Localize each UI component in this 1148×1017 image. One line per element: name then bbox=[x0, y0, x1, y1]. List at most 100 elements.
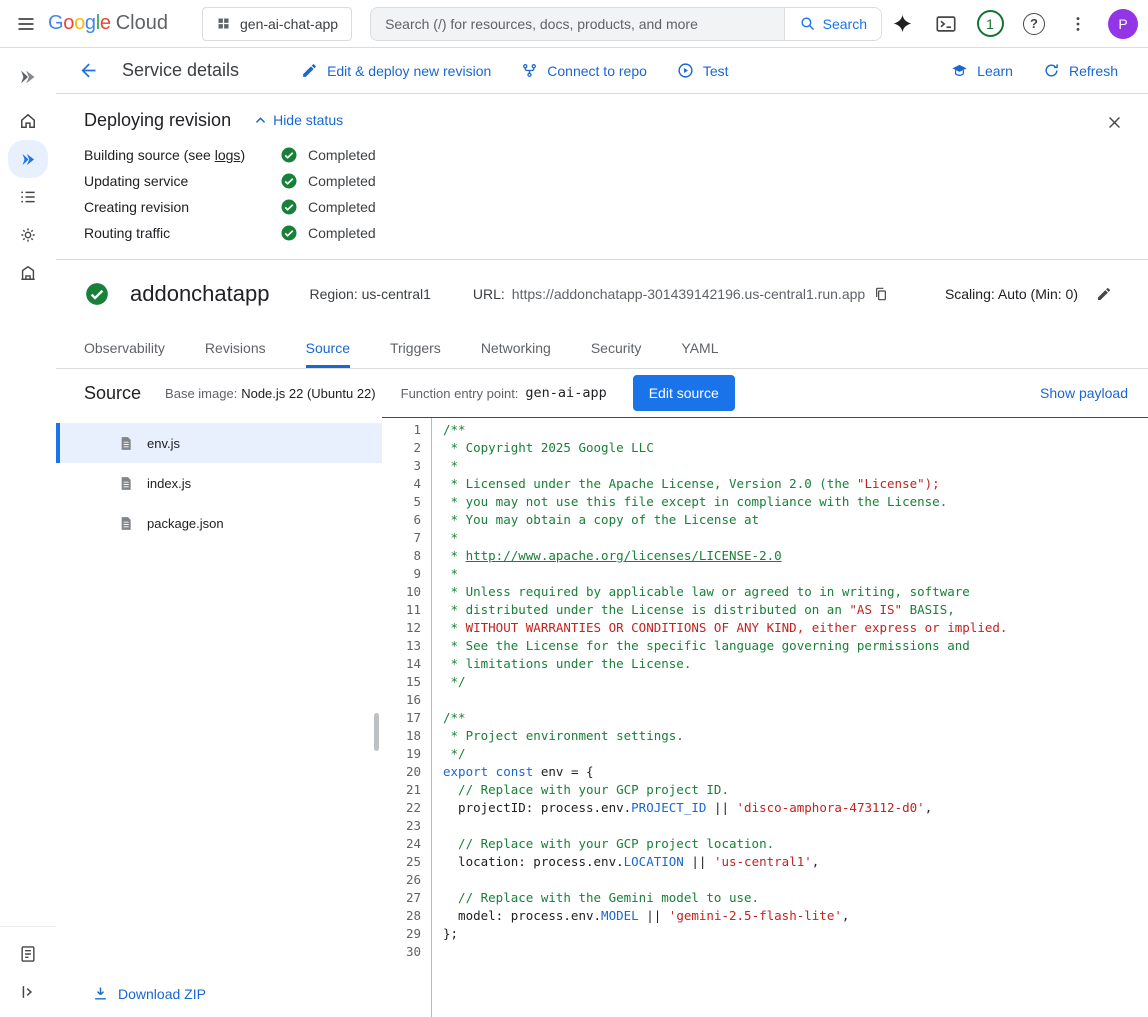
tab-security[interactable]: Security bbox=[591, 327, 642, 368]
gemini-button[interactable] bbox=[882, 4, 922, 44]
nav-cloud-run-services[interactable] bbox=[8, 140, 48, 178]
nav-organization[interactable] bbox=[8, 254, 48, 292]
learn-button[interactable]: Learn bbox=[941, 56, 1023, 85]
edit-deploy-button[interactable]: Edit & deploy new revision bbox=[291, 56, 501, 85]
deploy-status-row: Updating service Completed bbox=[84, 168, 1120, 194]
refresh-button[interactable]: Refresh bbox=[1033, 56, 1128, 85]
code-line: * Licensed under the Apache License, Ver… bbox=[443, 475, 1148, 493]
status-text: Completed bbox=[308, 173, 376, 189]
page-title: Service details bbox=[122, 60, 239, 81]
search-field[interactable] bbox=[371, 8, 784, 40]
status-text: Completed bbox=[308, 199, 376, 215]
google-cloud-logo[interactable]: Google Cloud bbox=[48, 12, 168, 35]
url-value: https://addonchatapp-301439142196.us-cen… bbox=[512, 286, 865, 302]
check-circle-icon bbox=[280, 198, 298, 216]
cloud-shell-button[interactable] bbox=[926, 4, 966, 44]
close-icon bbox=[1106, 114, 1123, 131]
edit-source-button[interactable]: Edit source bbox=[633, 375, 735, 411]
cloud-run-icon bbox=[19, 150, 38, 169]
nav-integrations[interactable] bbox=[8, 216, 48, 254]
file-item-package.json[interactable]: package.json bbox=[56, 503, 382, 543]
line-number: 28 bbox=[382, 907, 421, 925]
source-title: Source bbox=[84, 383, 141, 404]
code-line: export const env = { bbox=[443, 763, 1148, 781]
code-line: * distributed under the License is distr… bbox=[443, 601, 1148, 619]
collapse-nav-button[interactable] bbox=[8, 973, 48, 1011]
code-line bbox=[443, 943, 1148, 961]
copy-icon bbox=[873, 286, 889, 302]
line-number: 26 bbox=[382, 871, 421, 889]
deploy-status-row: Creating revisionCompleted bbox=[84, 194, 1120, 220]
tab-networking[interactable]: Networking bbox=[481, 327, 551, 368]
test-label: Test bbox=[703, 63, 729, 79]
connect-repo-button[interactable]: Connect to repo bbox=[511, 56, 657, 85]
menu-button[interactable] bbox=[6, 4, 46, 44]
hide-status-label: Hide status bbox=[273, 112, 343, 128]
terminal-icon bbox=[935, 13, 957, 35]
code-line: * bbox=[443, 565, 1148, 583]
back-arrow-icon bbox=[78, 60, 99, 81]
more-options-button[interactable] bbox=[1058, 4, 1098, 44]
check-circle-icon bbox=[280, 224, 298, 242]
close-panel-button[interactable] bbox=[1096, 104, 1132, 140]
avatar[interactable]: P bbox=[1108, 9, 1138, 39]
test-button[interactable]: Test bbox=[667, 56, 739, 85]
line-number: 7 bbox=[382, 529, 421, 547]
project-selector[interactable]: gen-ai-chat-app bbox=[202, 7, 352, 41]
line-number: 2 bbox=[382, 439, 421, 457]
line-number: 3 bbox=[382, 457, 421, 475]
trial-status-button[interactable]: 1 bbox=[970, 4, 1010, 44]
region-value: us-central1 bbox=[362, 286, 431, 302]
service-region: Region: us-central1 bbox=[309, 286, 430, 302]
base-image-value: Node.js 22 (Ubuntu 22) bbox=[241, 386, 375, 401]
code-line: model: process.env.MODEL || 'gemini-2.5-… bbox=[443, 907, 1148, 925]
hide-status-toggle[interactable]: Hide status bbox=[253, 112, 343, 128]
code-editor[interactable]: 1234567891011121314151617181920212223242… bbox=[382, 417, 1148, 1017]
line-number: 19 bbox=[382, 745, 421, 763]
code-line: * You may obtain a copy of the License a… bbox=[443, 511, 1148, 529]
file-list-scrollbar[interactable] bbox=[374, 713, 379, 751]
pencil-icon bbox=[301, 62, 318, 79]
logs-link[interactable]: logs bbox=[215, 147, 241, 163]
release-notes-button[interactable] bbox=[8, 935, 48, 973]
file-name: env.js bbox=[147, 436, 180, 451]
deploy-status-row: Building source (see logs)Completed bbox=[84, 142, 1120, 168]
nav-home[interactable] bbox=[8, 102, 48, 140]
gear-icon bbox=[18, 225, 38, 245]
line-number: 24 bbox=[382, 835, 421, 853]
show-payload-link[interactable]: Show payload bbox=[1040, 385, 1128, 401]
file-item-index.js[interactable]: index.js bbox=[56, 463, 382, 503]
download-zip-button[interactable]: Download ZIP bbox=[56, 969, 382, 1017]
copy-url-button[interactable] bbox=[865, 278, 897, 310]
deploy-step-status: Completed bbox=[280, 198, 376, 216]
line-number: 18 bbox=[382, 727, 421, 745]
tab-observability[interactable]: Observability bbox=[84, 327, 165, 368]
help-icon: ? bbox=[1023, 13, 1045, 35]
service-details-header: Service details Edit & deploy new revisi… bbox=[56, 48, 1148, 94]
home-icon bbox=[18, 111, 38, 131]
code-line: /** bbox=[443, 709, 1148, 727]
line-number: 27 bbox=[382, 889, 421, 907]
code-line bbox=[443, 871, 1148, 889]
nav-revisions-list[interactable] bbox=[8, 178, 48, 216]
tab-source[interactable]: Source bbox=[306, 327, 350, 368]
tab-revisions[interactable]: Revisions bbox=[205, 327, 266, 368]
edit-scaling-button[interactable] bbox=[1088, 278, 1120, 310]
deploy-status-row: Routing trafficCompleted bbox=[84, 220, 1120, 246]
help-button[interactable]: ? bbox=[1014, 4, 1054, 44]
line-number: 6 bbox=[382, 511, 421, 529]
tab-yaml[interactable]: YAML bbox=[681, 327, 718, 368]
tab-triggers[interactable]: Triggers bbox=[390, 327, 441, 368]
back-button[interactable] bbox=[68, 51, 108, 91]
release-notes-icon bbox=[18, 944, 38, 964]
search-input[interactable] bbox=[385, 16, 770, 32]
base-image: Base image: Node.js 22 (Ubuntu 22) bbox=[165, 385, 376, 401]
google-logo-cloud: Cloud bbox=[116, 12, 168, 35]
code-line: * http://www.apache.org/licenses/LICENSE… bbox=[443, 547, 1148, 565]
gcp-console: Google Cloud gen-ai-chat-app Search bbox=[0, 0, 1148, 1017]
gemini-sparkle-icon bbox=[892, 13, 913, 34]
file-item-env.js[interactable]: env.js bbox=[56, 423, 382, 463]
deploy-step-label: Updating service bbox=[84, 173, 280, 189]
deploy-step-status: Completed bbox=[280, 172, 376, 190]
search-button[interactable]: Search bbox=[784, 8, 881, 40]
